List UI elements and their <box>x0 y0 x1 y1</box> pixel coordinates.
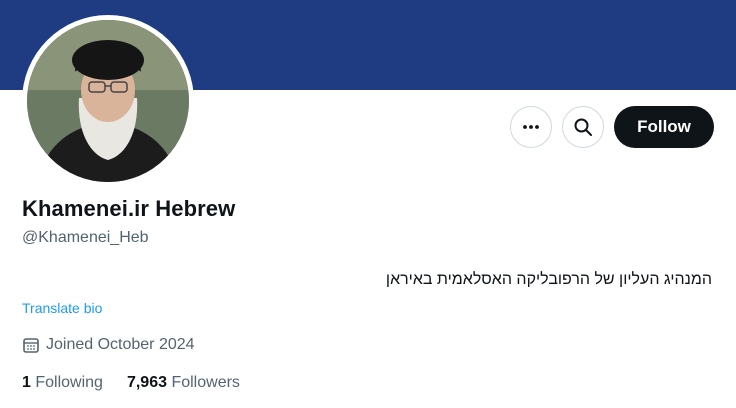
more-options-button[interactable] <box>510 106 552 148</box>
bio-text: המנהיג העליון של הרפובליקה האסלאמית באיר… <box>385 271 712 288</box>
avatar[interactable] <box>27 20 189 182</box>
following-link[interactable]: 1 Following <box>22 374 103 392</box>
search-icon <box>574 118 592 136</box>
calendar-icon <box>23 338 39 353</box>
followers-count: 7,963 <box>126 374 167 391</box>
joined-date: Joined October 2024 <box>22 336 195 354</box>
avatar-image <box>27 20 189 182</box>
joined-date-text: Joined October 2024 <box>46 336 195 353</box>
translate-bio-link[interactable]: Translate bio <box>22 300 102 316</box>
more-horizontal-icon <box>523 125 539 129</box>
following-count: 1 <box>22 374 31 391</box>
followers-label: Followers <box>171 374 240 391</box>
user-handle: @Khamenei_Heb <box>22 229 149 246</box>
followers-link[interactable]: 7,963 Followers <box>127 374 240 392</box>
search-button[interactable] <box>562 106 604 148</box>
follow-button[interactable]: Follow <box>614 106 714 148</box>
following-label: Following <box>35 374 103 391</box>
profile-stats: 1 Following 7,963 Followers <box>22 374 240 392</box>
display-name: Khamenei.ir Hebrew <box>22 196 236 221</box>
